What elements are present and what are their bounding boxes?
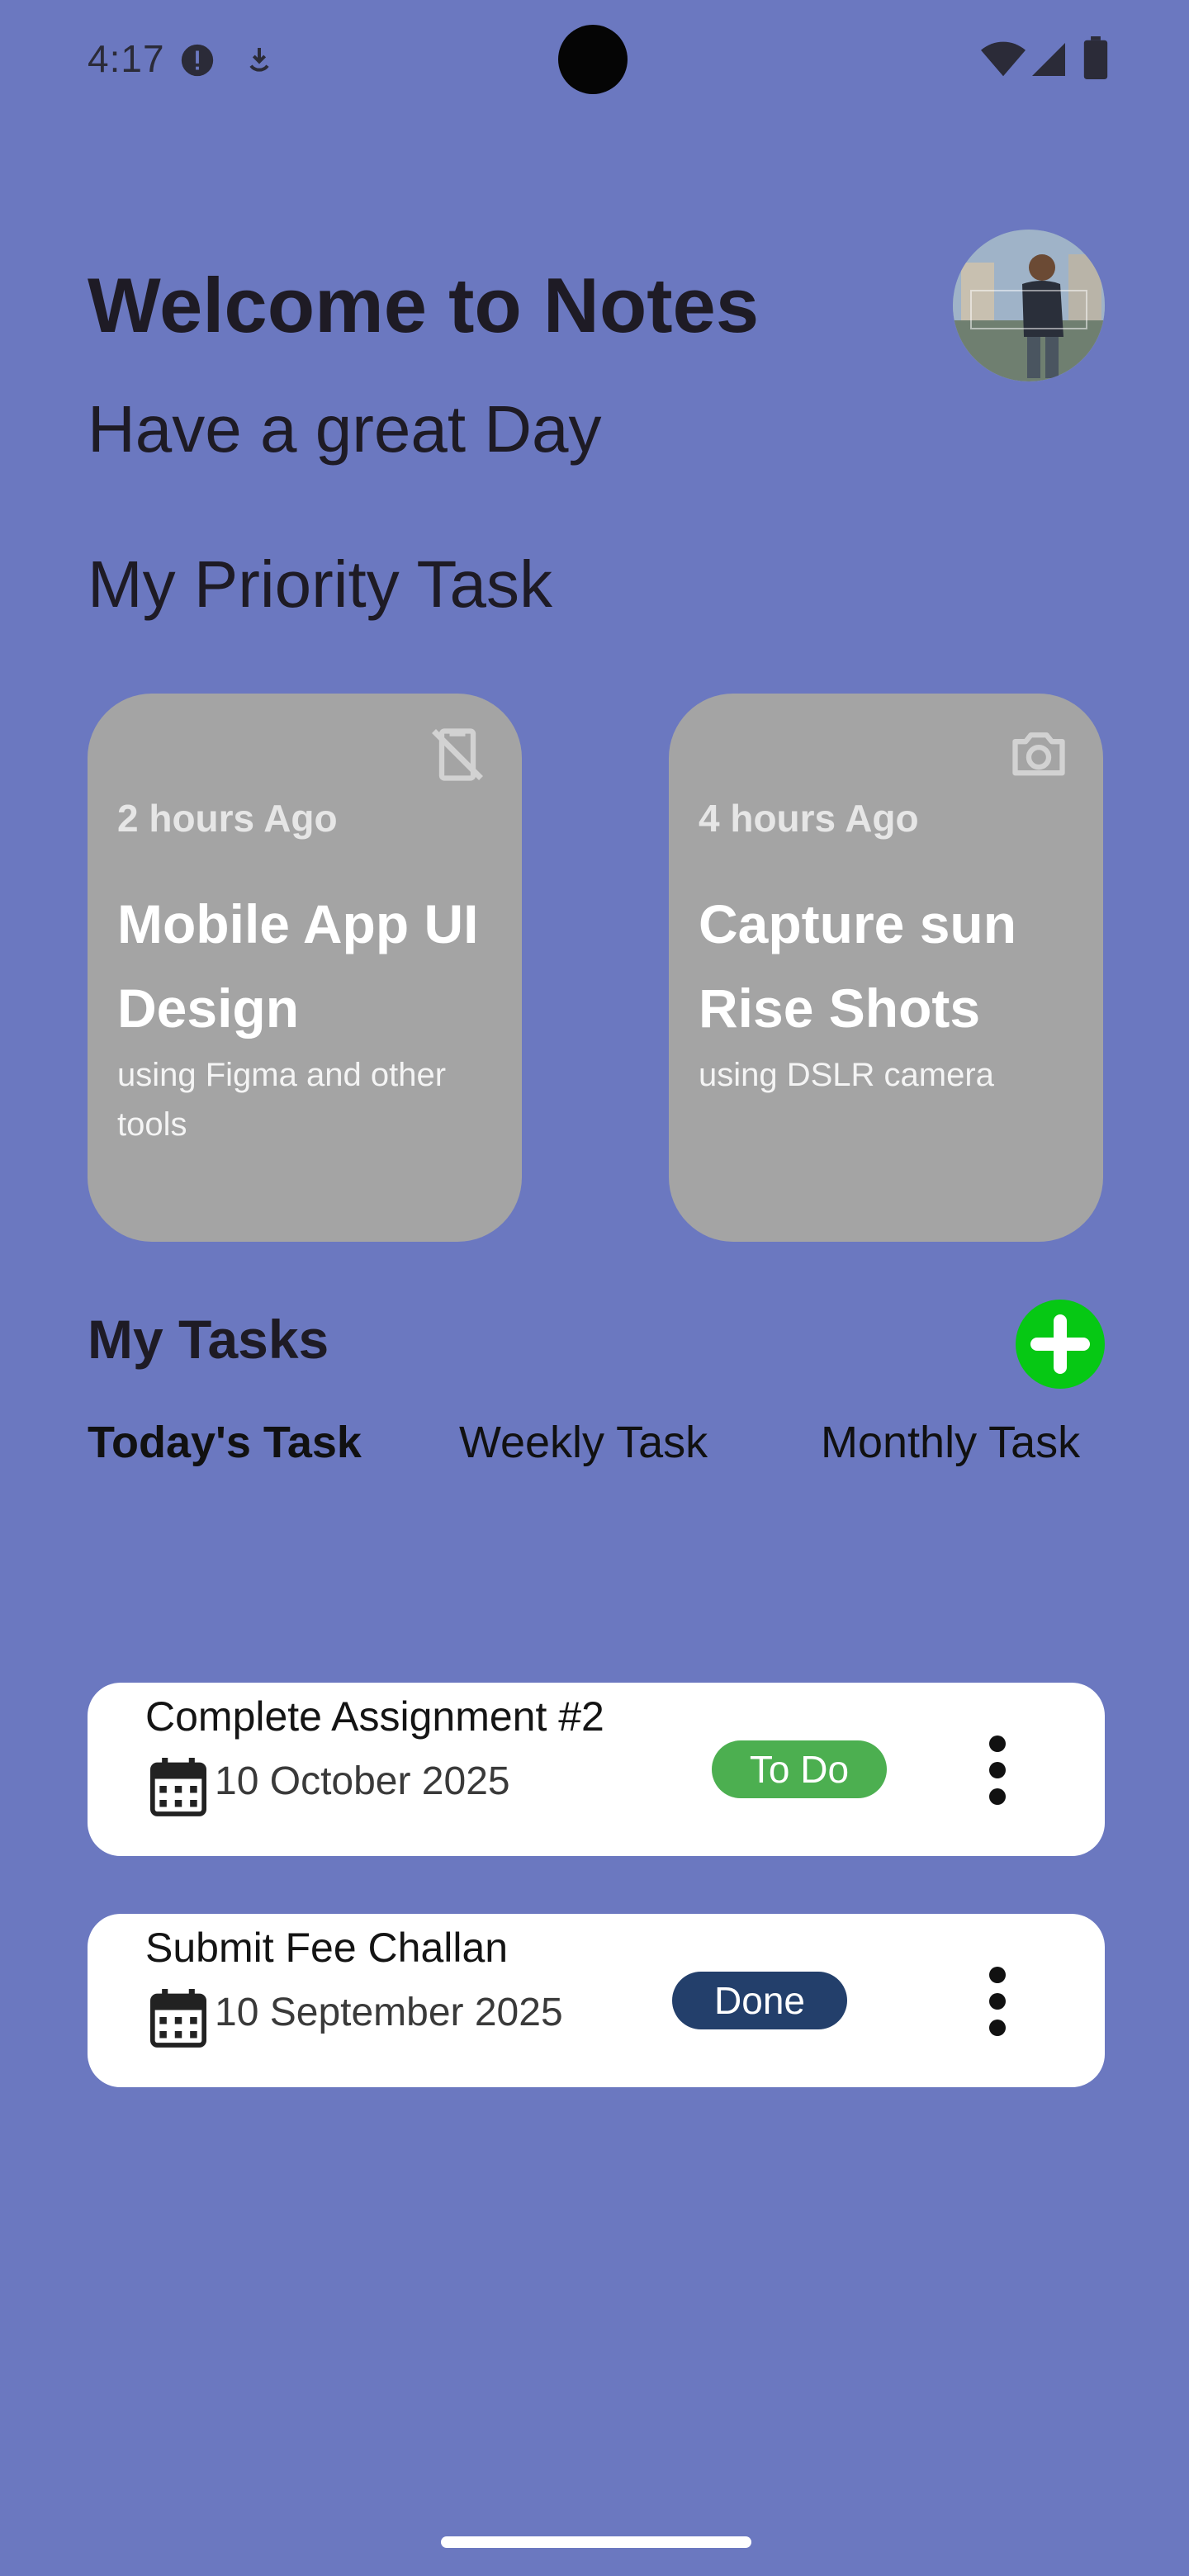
priority-card-title: Mobile App UI Design <box>117 893 479 1039</box>
add-task-button[interactable] <box>1016 1300 1105 1389</box>
camera-cutout <box>558 25 628 94</box>
mobile-off-icon <box>432 728 483 781</box>
more-options-icon[interactable] <box>973 1732 1022 1807</box>
tab-weekly-task[interactable]: Weekly Task <box>459 1417 708 1468</box>
priority-card[interactable]: 2 hours Ago Mobile App UI Design using F… <box>88 694 522 1242</box>
tasks-heading: My Tasks <box>88 1309 329 1370</box>
camera-icon <box>1012 732 1065 776</box>
page-subtitle: Have a great Day <box>88 392 602 466</box>
task-list-item[interactable]: Submit Fee Challan 10 September 2025 Don… <box>88 1914 1105 2087</box>
time-ago: 4 hours Ago <box>699 797 919 840</box>
priority-card-description: using Figma and other tools <box>117 1057 447 1143</box>
home-indicator[interactable] <box>441 2536 751 2548</box>
profile-photo-icon <box>953 230 1105 381</box>
time-ago: 2 hours Ago <box>117 797 338 840</box>
battery-icon <box>1083 36 1108 79</box>
signal-icon <box>1032 43 1065 76</box>
priority-card-title: Capture sun Rise Shots <box>699 893 1017 1039</box>
task-title: Submit Fee Challan <box>145 1925 509 1971</box>
tab-todays-task[interactable]: Today's Task <box>88 1417 362 1468</box>
task-list-item[interactable]: Complete Assignment #2 10 October 2025 T… <box>88 1683 1105 1856</box>
calendar-icon <box>150 1758 206 1816</box>
avatar[interactable] <box>953 230 1105 381</box>
alert-circle-icon <box>181 44 214 77</box>
calendar-icon <box>150 1989 206 2048</box>
status-badge: Done <box>672 1972 847 2029</box>
task-date: 10 September 2025 <box>215 1991 563 2034</box>
priority-card-description: using DSLR camera <box>699 1057 994 1093</box>
task-date: 10 October 2025 <box>215 1759 510 1803</box>
priority-card[interactable]: 4 hours Ago Capture sun Rise Shots using… <box>669 694 1103 1242</box>
status-time: 4:17 <box>88 37 165 80</box>
more-options-icon[interactable] <box>973 1963 1022 2038</box>
task-title: Complete Assignment #2 <box>145 1693 604 1740</box>
priority-heading: My Priority Task <box>88 547 553 621</box>
download-icon <box>249 48 269 72</box>
status-badge: To Do <box>712 1740 887 1798</box>
wifi-icon <box>981 41 1026 77</box>
page-title: Welcome to Notes <box>88 262 760 348</box>
tab-monthly-task[interactable]: Monthly Task <box>821 1417 1080 1468</box>
